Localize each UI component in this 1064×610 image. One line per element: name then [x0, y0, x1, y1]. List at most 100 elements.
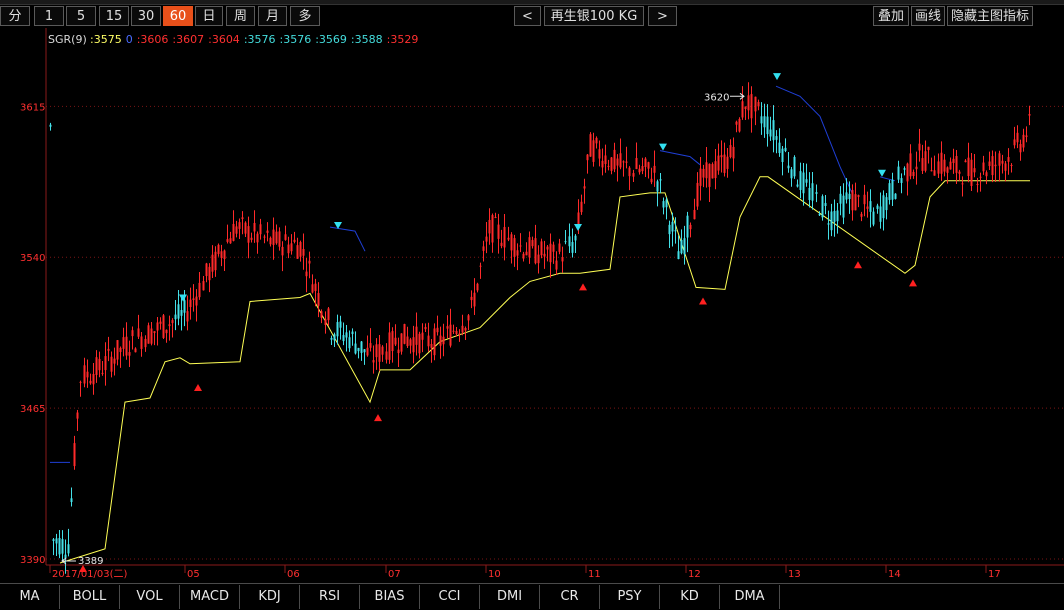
period-60min-button[interactable]: 60 — [163, 6, 193, 26]
candle-body-153 — [516, 250, 519, 256]
candle-body-14 — [92, 374, 95, 385]
candle-body-107 — [375, 344, 378, 358]
candle-body-142 — [482, 246, 485, 251]
candle-body-49 — [198, 282, 201, 298]
candle-body-81 — [296, 245, 299, 259]
period-multi-button[interactable]: 多 — [290, 6, 320, 26]
candle-body-115 — [400, 333, 403, 352]
period-5min-button[interactable]: 5 — [66, 6, 96, 26]
candle-body-118 — [409, 339, 412, 346]
candle-body-128 — [439, 335, 442, 346]
candle-body-266 — [860, 213, 863, 217]
candle-body-208 — [683, 238, 686, 255]
buy-signal-marker-3 — [579, 283, 587, 291]
candle-body-231 — [754, 96, 757, 112]
candle-body-207 — [680, 240, 683, 254]
x-tick-label-4: 10 — [488, 569, 501, 580]
buy-signal-marker-6 — [909, 279, 917, 287]
top-strip — [0, 0, 1064, 5]
candle-body-254 — [824, 203, 827, 206]
tab-ma[interactable]: MA — [0, 585, 60, 609]
period-1min-button[interactable]: 1 — [34, 6, 64, 26]
tab-cr[interactable]: CR — [540, 585, 600, 609]
candle-body-304 — [976, 183, 979, 185]
candle-body-228 — [744, 106, 747, 110]
tab-macd[interactable]: MACD — [180, 585, 240, 609]
tab-boll[interactable]: BOLL — [60, 585, 120, 609]
candle-body-183 — [607, 165, 610, 167]
candle-body-251 — [815, 192, 818, 194]
candle-body-190 — [628, 167, 631, 177]
overlay-button[interactable]: 叠加 — [873, 6, 909, 26]
candle-body-309 — [991, 156, 994, 176]
candle-body-124 — [427, 335, 430, 347]
candle-body-221 — [723, 154, 726, 173]
candle-body-294 — [946, 167, 949, 173]
indicator-values: :3575 0:3606:3607:3604:3576:3576:3569:358… — [90, 33, 418, 46]
candle-body-217 — [711, 164, 714, 179]
draw-line-button[interactable]: 画线 — [911, 6, 945, 26]
candle-body-0 — [49, 124, 52, 127]
indicator-value-2: :3606 — [137, 33, 169, 46]
candle-body-32 — [147, 325, 150, 344]
candle-body-269 — [869, 201, 872, 212]
candle-body-35 — [156, 322, 159, 331]
candle-body-297 — [955, 155, 958, 173]
period-15min-button[interactable]: 15 — [99, 6, 129, 26]
next-contract-button[interactable]: > — [648, 6, 677, 26]
candle-body-203 — [668, 224, 671, 235]
candle-body-201 — [662, 201, 665, 208]
period-month-button[interactable]: 月 — [258, 6, 287, 26]
candle-body-28 — [134, 348, 137, 353]
candle-body-276 — [891, 179, 894, 200]
tab-rsi[interactable]: RSI — [300, 585, 360, 609]
candle-body-22 — [116, 340, 119, 360]
tab-dmi[interactable]: DMI — [480, 585, 540, 609]
candle-body-223 — [729, 145, 732, 158]
candle-body-121 — [418, 333, 421, 354]
candle-body-53 — [211, 254, 214, 272]
period-30min-button[interactable]: 30 — [131, 6, 161, 26]
min-price-label: 3389 — [78, 556, 103, 567]
candle-body-134 — [458, 333, 461, 335]
period-day-button[interactable]: 日 — [195, 6, 223, 26]
period-minute-button[interactable]: 分 — [0, 6, 30, 26]
tab-vol[interactable]: VOL — [120, 585, 180, 609]
x-tick-label-1: 05 — [187, 569, 200, 580]
tab-cci[interactable]: CCI — [420, 585, 480, 609]
candle-body-209 — [686, 215, 689, 238]
candle-body-37 — [162, 315, 165, 338]
tab-dma[interactable]: DMA — [720, 585, 780, 609]
prev-contract-button[interactable]: < — [514, 6, 541, 26]
tab-kd[interactable]: KD — [660, 585, 720, 609]
contract-title[interactable]: 再生银100 KG — [544, 6, 644, 26]
candle-body-186 — [616, 158, 619, 166]
candle-body-106 — [372, 360, 375, 363]
tab-psy[interactable]: PSY — [600, 585, 660, 609]
candle-body-242 — [787, 165, 790, 169]
candle-body-265 — [857, 195, 860, 197]
candle-body-316 — [1013, 139, 1016, 146]
tab-kdj[interactable]: KDJ — [240, 585, 300, 609]
candle-body-161 — [540, 241, 543, 256]
candle-body-303 — [973, 168, 976, 173]
period-week-button[interactable]: 周 — [226, 6, 255, 26]
candle-body-27 — [131, 330, 134, 337]
candle-body-17 — [101, 372, 104, 374]
candle-body-178 — [592, 140, 595, 162]
y-tick-label-3615: 3615 — [20, 102, 45, 113]
candle-body-131 — [449, 324, 452, 346]
hide-main-indicator-button[interactable]: 隐藏主图指标 — [947, 6, 1033, 26]
candle-body-21 — [113, 358, 116, 364]
candle-body-140 — [476, 283, 479, 291]
candle-body-230 — [750, 94, 753, 119]
tab-bias[interactable]: BIAS — [360, 585, 420, 609]
candle-body-191 — [632, 173, 635, 177]
candle-body-211 — [693, 209, 696, 220]
buy-signal-marker-4 — [699, 297, 707, 305]
candle-body-65 — [247, 226, 250, 243]
candle-body-129 — [442, 336, 445, 345]
candle-body-313 — [1004, 163, 1007, 171]
candle-body-139 — [473, 292, 476, 307]
chart-area[interactable]: 3615 3540 3465 3390 2017/01/03(二) 05 06 07 10 11… — [0, 28, 1064, 583]
